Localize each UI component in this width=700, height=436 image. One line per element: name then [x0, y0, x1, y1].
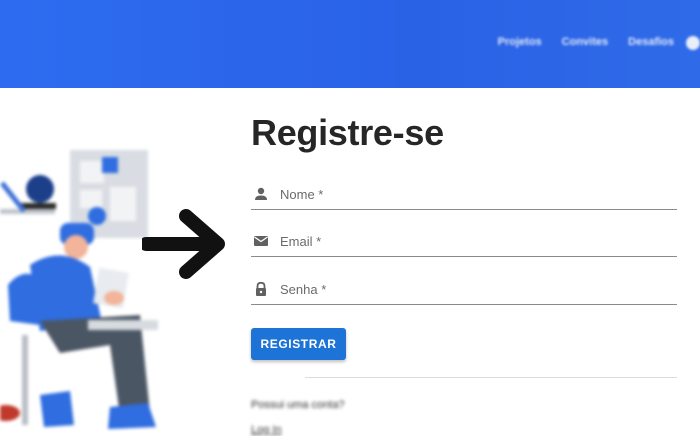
nav-link-projetos[interactable]: Projetos: [498, 36, 542, 50]
top-nav: Projetos Convites Desafios: [498, 36, 700, 50]
password-field[interactable]: Senha *: [251, 278, 677, 305]
name-field-label: Nome *: [280, 187, 324, 202]
login-link[interactable]: Log In: [251, 424, 282, 436]
avatar[interactable]: [686, 36, 700, 50]
register-button[interactable]: REGISTRAR: [251, 328, 346, 360]
name-field[interactable]: Nome *: [251, 183, 677, 210]
person-icon: [255, 187, 267, 200]
nav-link-convites[interactable]: Convites: [562, 36, 608, 50]
email-field[interactable]: Email *: [251, 230, 677, 257]
lock-icon: [256, 281, 266, 296]
mail-icon: [254, 236, 268, 246]
header-bar: Projetos Convites Desafios: [0, 0, 700, 88]
divider: [305, 377, 677, 378]
email-field-label: Email *: [280, 234, 322, 249]
arrow-right-icon: [142, 209, 225, 279]
password-field-label: Senha *: [280, 282, 327, 297]
nav-link-desafios[interactable]: Desafios: [628, 36, 674, 50]
page-title: Registre-se: [251, 112, 444, 153]
have-account-text: Possui uma conta?: [251, 399, 345, 411]
